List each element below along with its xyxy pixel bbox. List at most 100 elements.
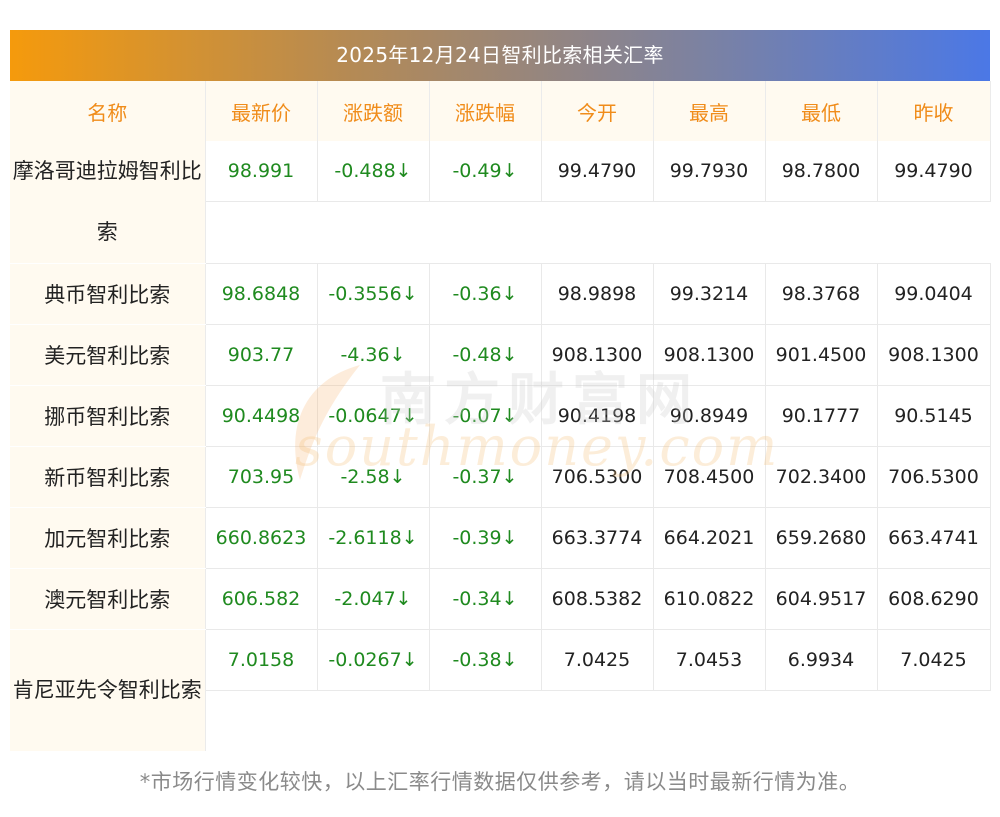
table-row: 澳元智利比索 606.582 -2.047↓ -0.34↓ 608.5382 6… (10, 568, 991, 630)
table-row: 肯尼亚先令智利比索 7.0158 -0.0267↓ -0.38↓ 7.0425 … (10, 629, 991, 752)
change-amount: -0.0647↓ (317, 385, 430, 447)
currency-pair-name: 新币智利比索 (10, 446, 206, 508)
down-arrow-icon: ↓ (501, 160, 518, 183)
change-amount: -2.047↓ (317, 568, 430, 630)
column-header-open: 今开 (541, 81, 654, 141)
latest-price: 98.991 (205, 141, 318, 203)
open-price: 98.9898 (541, 263, 654, 325)
down-arrow-icon: ↓ (501, 649, 518, 672)
high-price: 708.4500 (653, 446, 766, 508)
low-price: 702.3400 (765, 446, 878, 508)
table-row: 新币智利比索 703.95 -2.58↓ -0.37↓ 706.5300 708… (10, 446, 991, 508)
change-amount: -0.488↓ (317, 141, 430, 203)
down-arrow-icon: ↓ (501, 405, 518, 427)
down-arrow-icon: ↓ (401, 527, 418, 549)
disclaimer-note: *市场行情变化较快，以上汇率行情数据仅供参考，请以当时最新行情为准。 (139, 770, 861, 794)
down-arrow-icon: ↓ (401, 405, 418, 427)
down-arrow-icon: ↓ (501, 466, 518, 488)
prev-close-price: 90.5145 (877, 385, 991, 447)
prev-close-price: 663.4741 (877, 507, 991, 569)
high-price: 610.0822 (653, 568, 766, 630)
high-price: 7.0453 (653, 629, 766, 692)
down-arrow-icon: ↓ (395, 160, 412, 183)
page-title: 2025年12月24日智利比索相关汇率 (10, 30, 990, 81)
open-price: 908.1300 (541, 324, 654, 386)
prev-close-price: 99.0404 (877, 263, 991, 325)
low-price: 6.9934 (765, 629, 878, 692)
column-header-change-pct: 涨跌幅 (429, 81, 542, 141)
down-arrow-icon: ↓ (501, 283, 518, 305)
table-row: 摩洛哥迪拉姆智利比索 98.991 -0.488↓ -0.49↓ 99.4790… (10, 141, 991, 264)
column-header-low: 最低 (765, 81, 878, 141)
change-percent: -0.37↓ (429, 446, 542, 508)
down-arrow-icon: ↓ (389, 344, 406, 366)
currency-pair-name: 摩洛哥迪拉姆智利比索 (10, 141, 206, 264)
change-amount: -2.58↓ (317, 446, 430, 508)
down-arrow-icon: ↓ (501, 527, 518, 549)
currency-pair-name: 肯尼亚先令智利比索 (10, 629, 206, 752)
latest-price: 606.582 (205, 568, 318, 630)
currency-pair-name: 典币智利比索 (10, 263, 206, 325)
change-amount: -4.36↓ (317, 324, 430, 386)
change-amount: -0.3556↓ (317, 263, 430, 325)
change-percent: -0.36↓ (429, 263, 542, 325)
low-price: 98.7800 (765, 141, 878, 203)
open-price: 663.3774 (541, 507, 654, 569)
high-price: 99.7930 (653, 141, 766, 203)
change-amount: -2.6118↓ (317, 507, 430, 569)
currency-pair-name: 挪币智利比索 (10, 385, 206, 447)
exchange-rate-table: 名称 最新价 涨跌额 涨跌幅 今开 最高 最低 昨收 摩洛哥迪拉姆智利比索 98… (10, 81, 991, 752)
latest-price: 90.4498 (205, 385, 318, 447)
currency-pair-name: 澳元智利比索 (10, 568, 206, 630)
down-arrow-icon: ↓ (501, 344, 518, 366)
table-header-row: 名称 最新价 涨跌额 涨跌幅 今开 最高 最低 昨收 (10, 81, 991, 141)
prev-close-price: 608.6290 (877, 568, 991, 630)
latest-price: 703.95 (205, 446, 318, 508)
change-percent: -0.38↓ (429, 629, 542, 692)
down-arrow-icon: ↓ (395, 588, 412, 610)
change-amount: -0.0267↓ (317, 629, 430, 692)
change-percent: -0.07↓ (429, 385, 542, 447)
prev-close-price: 706.5300 (877, 446, 991, 508)
open-price: 608.5382 (541, 568, 654, 630)
latest-price: 98.6848 (205, 263, 318, 325)
column-header-name: 名称 (10, 81, 206, 141)
down-arrow-icon: ↓ (389, 466, 406, 488)
down-arrow-icon: ↓ (401, 283, 418, 305)
column-header-change: 涨跌额 (317, 81, 430, 141)
high-price: 90.8949 (653, 385, 766, 447)
prev-close-price: 7.0425 (877, 629, 991, 692)
down-arrow-icon: ↓ (401, 649, 418, 672)
prev-close-price: 908.1300 (877, 324, 991, 386)
table-row: 挪币智利比索 90.4498 -0.0647↓ -0.07↓ 90.4198 9… (10, 385, 991, 447)
change-percent: -0.34↓ (429, 568, 542, 630)
change-percent: -0.48↓ (429, 324, 542, 386)
currency-pair-name: 加元智利比索 (10, 507, 206, 569)
change-percent: -0.39↓ (429, 507, 542, 569)
down-arrow-icon: ↓ (501, 588, 518, 610)
open-price: 99.4790 (541, 141, 654, 203)
column-header-latest: 最新价 (205, 81, 318, 141)
low-price: 604.9517 (765, 568, 878, 630)
row-spacer (205, 691, 990, 752)
table-row: 加元智利比索 660.8623 -2.6118↓ -0.39↓ 663.3774… (10, 507, 991, 569)
open-price: 706.5300 (541, 446, 654, 508)
row-spacer (205, 201, 990, 264)
latest-price: 660.8623 (205, 507, 318, 569)
high-price: 908.1300 (653, 324, 766, 386)
low-price: 90.1777 (765, 385, 878, 447)
column-header-high: 最高 (653, 81, 766, 141)
table-row: 美元智利比索 903.77 -4.36↓ -0.48↓ 908.1300 908… (10, 324, 991, 386)
table-row: 典币智利比索 98.6848 -0.3556↓ -0.36↓ 98.9898 9… (10, 263, 991, 325)
latest-price: 7.0158 (205, 629, 318, 692)
low-price: 659.2680 (765, 507, 878, 569)
low-price: 98.3768 (765, 263, 878, 325)
currency-pair-name: 美元智利比索 (10, 324, 206, 386)
open-price: 90.4198 (541, 385, 654, 447)
change-percent: -0.49↓ (429, 141, 542, 203)
prev-close-price: 99.4790 (877, 141, 991, 203)
high-price: 664.2021 (653, 507, 766, 569)
low-price: 901.4500 (765, 324, 878, 386)
latest-price: 903.77 (205, 324, 318, 386)
high-price: 99.3214 (653, 263, 766, 325)
